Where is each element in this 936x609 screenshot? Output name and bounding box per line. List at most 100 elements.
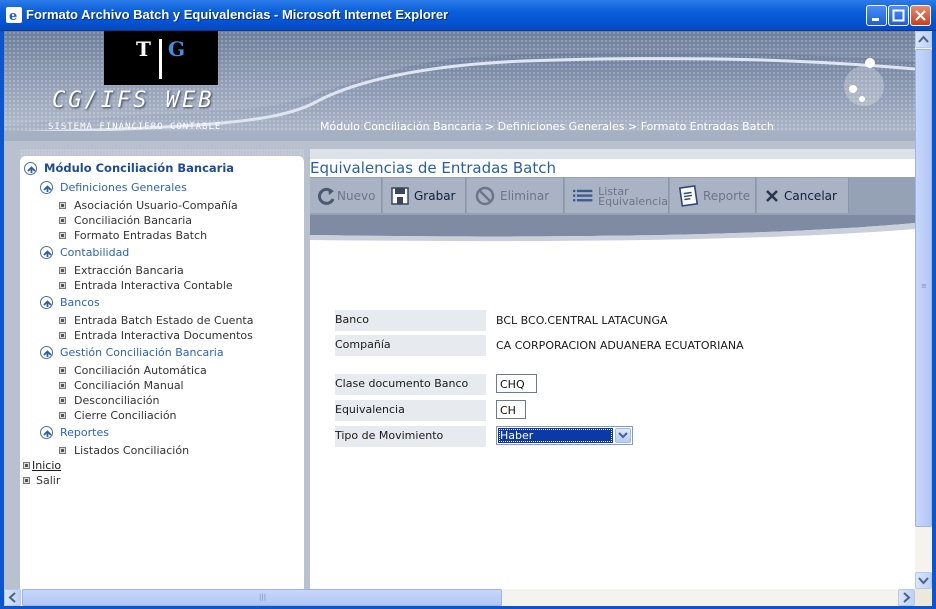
app-brand: CG/IFS WEB <box>52 88 215 113</box>
window-title-bar[interactable]: e Formato Archivo Batch y Equivalencias … <box>0 0 936 31</box>
tipo-movimiento-row: Tipo de Movimiento Haber <box>335 426 895 447</box>
clase-documento-row: Clase documento Banco CHQ <box>335 374 895 395</box>
toolbar: Nuevo Grabar Eliminar Listar Equivalenci… <box>310 177 915 215</box>
chevron-down-icon <box>918 577 929 585</box>
sidebar: Módulo Conciliación Bancaria Definicione… <box>20 156 304 589</box>
scroll-up-button[interactable] <box>915 31 932 48</box>
page-title: Equivalencias de Entradas Batch <box>310 159 556 177</box>
sidebar-section-reportes[interactable]: Reportes <box>40 426 109 439</box>
sidebar-section-label: Gestión Conciliación Bancaria <box>60 346 224 359</box>
bullet-icon <box>59 202 66 209</box>
sidebar-section-label: Bancos <box>60 296 100 309</box>
reporte-button[interactable]: Reporte <box>670 178 756 213</box>
collapse-icon <box>40 296 53 309</box>
sidebar-item-entrada-documentos[interactable]: Entrada Interactiva Documentos <box>59 329 253 342</box>
sidebar-item-formato-entradas[interactable]: Formato Entradas Batch <box>59 229 207 242</box>
scroll-left-button[interactable] <box>4 589 21 606</box>
sidebar-item-listados[interactable]: Listados Conciliación <box>59 444 189 457</box>
chevron-right-icon <box>903 592 911 603</box>
page-content: T G CG/IFS WEB SISTEMA FINANCIERO CONTAB… <box>4 31 915 589</box>
close-button[interactable] <box>910 5 931 26</box>
grabar-label: Grabar <box>414 188 456 203</box>
sidebar-module[interactable]: Módulo Conciliación Bancaria <box>24 161 234 175</box>
collapse-icon <box>40 181 53 194</box>
sidebar-item-label: Desconciliación <box>74 394 160 407</box>
bullet-icon <box>59 217 66 224</box>
scroll-right-button[interactable] <box>898 589 915 606</box>
sidebar-section-contabilidad[interactable]: Contabilidad <box>40 246 129 259</box>
listar-label: Listar Equivalencia <box>598 185 668 207</box>
vertical-scroll-thumb[interactable]: ≡ <box>915 49 932 527</box>
bullet-icon <box>59 447 66 454</box>
dropdown-button[interactable] <box>615 428 631 443</box>
sidebar-section-definiciones[interactable]: Definiciones Generales <box>40 181 187 194</box>
save-icon <box>391 186 409 205</box>
collapse-icon <box>40 346 53 359</box>
window-title: Formato Archivo Batch y Equivalencias - … <box>26 7 449 22</box>
sidebar-link-salir[interactable]: Salir <box>23 474 60 487</box>
sidebar-section-bancos[interactable]: Bancos <box>40 296 100 309</box>
tipo-movimiento-value: Haber <box>498 428 613 443</box>
listar-label-line2: Equivalencia <box>598 194 668 208</box>
banco-value: BCL BCO.CENTRAL LATACUNGA <box>496 314 668 327</box>
sidebar-section-label: Contabilidad <box>60 246 130 259</box>
tipo-movimiento-select[interactable]: Haber <box>496 426 633 445</box>
refresh-icon <box>318 187 335 205</box>
scrollbar-corner <box>915 589 932 606</box>
minimize-button[interactable] <box>866 5 887 26</box>
main-top-strip <box>310 149 915 159</box>
compania-row: Compañía CA CORPORACION ADUANERA ECUATOR… <box>335 335 895 356</box>
sidebar-item-desconciliacion[interactable]: Desconciliación <box>59 394 159 407</box>
sidebar-module-label: Módulo Conciliación Bancaria <box>44 161 235 175</box>
maximize-icon <box>892 9 905 22</box>
horizontal-scroll-thumb[interactable]: ||| <box>22 589 502 606</box>
bullet-icon <box>59 382 66 389</box>
bullet-icon <box>59 232 66 239</box>
chevron-up-icon <box>918 35 929 43</box>
close-icon <box>766 189 778 202</box>
sidebar-item-label: Conciliación Manual <box>74 379 184 392</box>
cancelar-button[interactable]: Cancelar <box>757 178 849 213</box>
banco-row: Banco BCL BCO.CENTRAL LATACUNGA <box>335 310 895 331</box>
clase-documento-input[interactable]: CHQ <box>496 374 537 393</box>
sidebar-item-label: Listados Conciliación <box>74 444 190 457</box>
sidebar-item-cierre[interactable]: Cierre Conciliación <box>59 409 177 422</box>
nuevo-button[interactable]: Nuevo <box>310 178 382 213</box>
header-banner: T G CG/IFS WEB SISTEMA FINANCIERO CONTAB… <box>4 31 915 141</box>
sidebar-item-conciliacion-bancaria[interactable]: Conciliación Bancaria <box>59 214 192 227</box>
grabar-button[interactable]: Grabar <box>383 178 466 213</box>
horizontal-scrollbar[interactable]: ||| <box>4 589 915 606</box>
sidebar-item-extraccion[interactable]: Extracción Bancaria <box>59 264 184 277</box>
sidebar-item-asociacion[interactable]: Asociación Usuario-Compañía <box>59 199 238 212</box>
logo-divider <box>159 39 162 79</box>
sidebar-item-conciliacion-manual[interactable]: Conciliación Manual <box>59 379 184 392</box>
collapse-icon <box>24 161 37 175</box>
reporte-label: Reporte <box>703 188 751 203</box>
grip-icon: ||| <box>259 593 267 601</box>
scroll-down-button[interactable] <box>915 572 932 589</box>
sidebar-section-gestion[interactable]: Gestión Conciliación Bancaria <box>40 346 224 359</box>
chevron-left-icon <box>8 592 16 603</box>
sidebar-item-label: Cierre Conciliación <box>74 409 177 422</box>
clase-documento-label: Clase documento Banco <box>335 374 486 395</box>
minimize-icon <box>872 18 879 21</box>
nuevo-label: Nuevo <box>337 188 376 203</box>
bullet-icon <box>23 477 30 484</box>
equivalencia-input[interactable]: CH <box>496 400 526 419</box>
compania-label: Compañía <box>335 335 486 356</box>
sidebar-item-entrada-contable[interactable]: Entrada Interactiva Contable <box>59 279 233 292</box>
sidebar-item-label: Entrada Interactiva Documentos <box>74 329 253 342</box>
bullet-icon <box>59 282 66 289</box>
maximize-button[interactable] <box>888 5 909 26</box>
close-icon <box>915 10 926 21</box>
sidebar-item-entrada-batch[interactable]: Entrada Batch Estado de Cuenta <box>59 314 253 327</box>
sidebar-item-conciliacion-automatica[interactable]: Conciliación Automática <box>59 364 207 377</box>
cancelar-label: Cancelar <box>784 188 837 203</box>
sidebar-link-inicio[interactable]: Inicio <box>23 459 61 472</box>
vertical-scrollbar[interactable]: ≡ <box>915 31 932 589</box>
listar-equivalencia-button[interactable]: Listar Equivalencia <box>565 178 669 213</box>
bullet-icon <box>59 412 66 419</box>
bullet-icon <box>59 397 66 404</box>
tipo-movimiento-label: Tipo de Movimiento <box>335 426 486 447</box>
eliminar-button[interactable]: Eliminar <box>467 178 564 213</box>
